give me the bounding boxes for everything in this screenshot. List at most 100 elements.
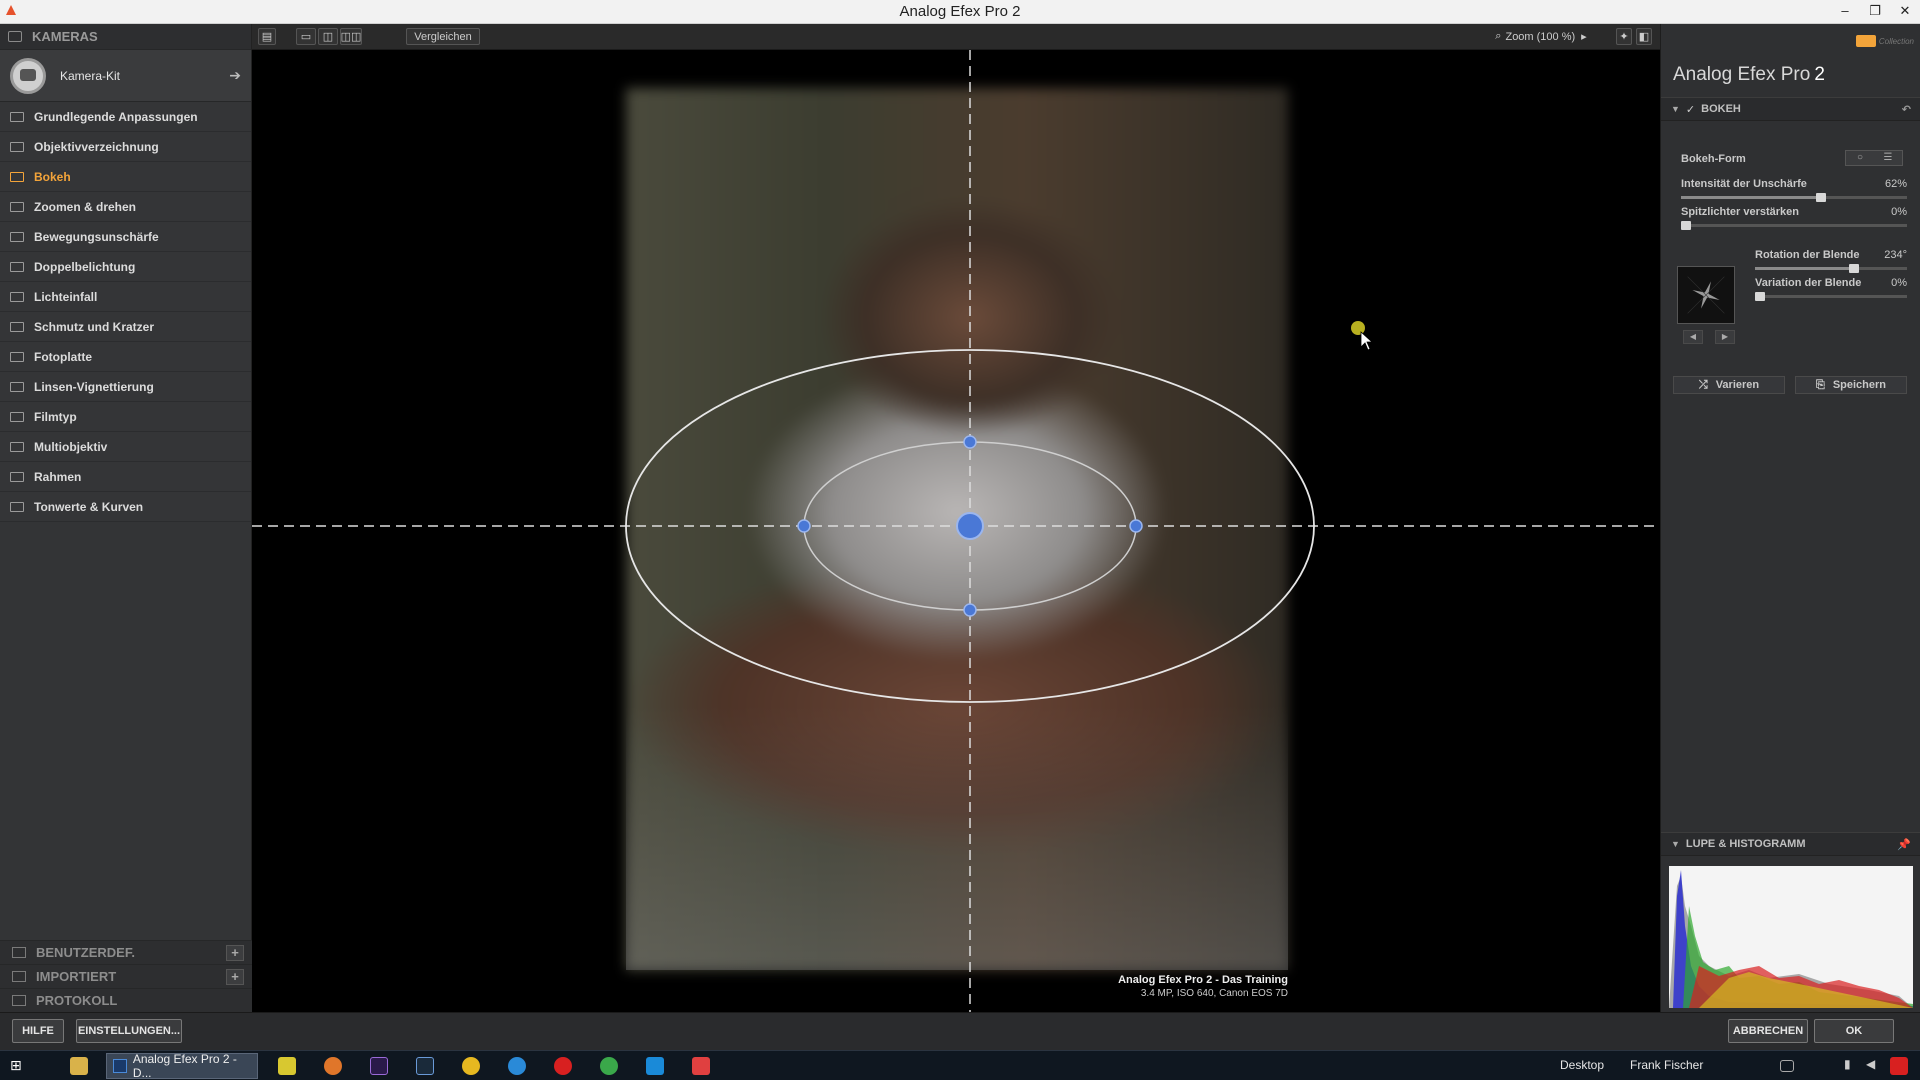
filter-icon	[10, 471, 24, 482]
image-caption-meta: 3.4 MP, ISO 640, Canon EOS 7D	[1140, 988, 1288, 999]
histogram-collapse-icon[interactable]: ▼	[1671, 839, 1680, 849]
single-view-icon[interactable]: ▭	[296, 28, 316, 45]
compare-button[interactable]: Vergleichen	[406, 28, 480, 45]
bulb-icon[interactable]: ✦	[1616, 28, 1632, 45]
slider-knob[interactable]	[1755, 292, 1765, 301]
filter-item-3[interactable]: Zoomen & drehen	[0, 192, 251, 222]
histogram-section-header[interactable]: ▼ LUPE & HISTOGRAMM 📌	[1661, 832, 1920, 856]
slider-knob[interactable]	[1816, 193, 1827, 202]
restore-button[interactable]: ❐	[1860, 0, 1890, 22]
previous-aperture-button[interactable]: ◀	[1683, 330, 1703, 344]
filter-item-13[interactable]: Tonwerte & Kurven	[0, 492, 251, 522]
enable-checkmark-icon[interactable]: ✓	[1686, 103, 1695, 116]
right-control-handle[interactable]	[1129, 519, 1143, 533]
acrobat-icon[interactable]	[692, 1057, 710, 1075]
premiere-icon[interactable]	[370, 1057, 388, 1075]
settings-button[interactable]: EINSTELLUNGEN...	[76, 1019, 182, 1043]
mouse-cursor-icon	[1360, 331, 1374, 351]
zoom-control[interactable]: ⌕ Zoom (100 %) ▸	[1490, 28, 1592, 45]
control-slider-1[interactable]	[1681, 221, 1907, 230]
cursor-highlight-icon	[1351, 321, 1365, 335]
desktop-toolbar-label[interactable]: Desktop	[1560, 1058, 1604, 1072]
control-slider-2[interactable]	[1755, 264, 1907, 273]
filter-item-7[interactable]: Schmutz und Kratzer	[0, 312, 251, 342]
filter-item-1[interactable]: Objektivverzeichnung	[0, 132, 251, 162]
control-label-3: Variation der Blende	[1755, 277, 1862, 289]
next-aperture-button[interactable]: ▶	[1715, 330, 1735, 344]
circle-shape-icon[interactable]: ○	[1846, 151, 1874, 165]
filter-item-8[interactable]: Fotoplatte	[0, 342, 251, 372]
cameras-section-header[interactable]: KAMERAS	[0, 24, 251, 50]
center-control-point[interactable]	[956, 512, 984, 540]
custom-section-icon	[12, 947, 26, 958]
list-shape-icon[interactable]: ☰	[1874, 151, 1902, 165]
save-button[interactable]: ⎘ Speichern	[1795, 376, 1907, 394]
skype-icon[interactable]	[646, 1057, 664, 1075]
reset-icon[interactable]: ↶	[1902, 103, 1911, 116]
add-imported-button[interactable]: +	[226, 968, 244, 985]
imported-section-label: IMPORTIERT	[36, 969, 117, 984]
nik-collection-text: Collection	[1878, 36, 1914, 46]
background-icon[interactable]: ◧	[1636, 28, 1652, 45]
imported-section[interactable]: IMPORTIERT +	[0, 964, 252, 988]
collapse-triangle-icon[interactable]: ▼	[1671, 104, 1680, 114]
filter-item-2[interactable]: Bokeh	[0, 162, 251, 192]
network-icon[interactable]: ▮	[1844, 1057, 1858, 1075]
keyboard-icon[interactable]	[1780, 1060, 1794, 1072]
side-by-side-view-icon[interactable]: ◫◫	[340, 28, 362, 45]
pin-icon[interactable]: 📌	[1897, 838, 1911, 851]
bokeh-shape-selector[interactable]: ○ ☰	[1845, 150, 1903, 166]
close-button[interactable]: ✕	[1890, 0, 1920, 22]
file-explorer-icon[interactable]	[70, 1057, 88, 1075]
control-slider-0[interactable]	[1681, 193, 1907, 202]
filter-item-5[interactable]: Doppelbelichtung	[0, 252, 251, 282]
security-icon[interactable]	[1890, 1057, 1908, 1075]
cancel-button[interactable]: ABBRECHEN	[1728, 1019, 1808, 1043]
filter-icon	[10, 411, 24, 422]
user-toolbar-label[interactable]: Frank Fischer	[1630, 1058, 1703, 1072]
bottom-control-handle[interactable]	[963, 603, 977, 617]
windows-taskbar: ⊞ Analog Efex Pro 2 - D... Desktop Frank…	[0, 1050, 1920, 1080]
chrome-icon[interactable]	[600, 1057, 618, 1075]
taskbar-active-app[interactable]: Analog Efex Pro 2 - D...	[106, 1052, 258, 1080]
filter-item-label: Bokeh	[34, 169, 71, 184]
volume-icon[interactable]: ◀	[1866, 1057, 1880, 1075]
minimize-button[interactable]: –	[1830, 0, 1860, 22]
camera-kit-item[interactable]: Kamera-Kit ➔	[0, 50, 251, 102]
help-button[interactable]: HILFE	[12, 1019, 64, 1043]
custom-section[interactable]: BENUTZERDEF. +	[0, 940, 252, 964]
camera-icon	[8, 31, 22, 42]
filter-item-4[interactable]: Bewegungsunschärfe	[0, 222, 251, 252]
filter-item-9[interactable]: Linsen-Vignettierung	[0, 372, 251, 402]
canvas-toolbar: ▤ ▭ ◫ ◫◫ Vergleichen ⌕ Zoom (100 %) ▸ ✦ …	[252, 24, 1660, 50]
filter-item-6[interactable]: Lichteinfall	[0, 282, 251, 312]
product-brand: Analog Efex Pro 2	[1673, 64, 1825, 86]
history-section[interactable]: PROTOKOLL	[0, 988, 252, 1012]
windows-start-icon[interactable]: ⊞	[10, 1057, 28, 1075]
image-canvas[interactable]: Analog Efex Pro 2 - Das Training 3.4 MP,…	[252, 50, 1660, 1012]
app-icon-orange[interactable]	[462, 1057, 480, 1075]
firefox-icon[interactable]	[324, 1057, 342, 1075]
slider-knob[interactable]	[1681, 221, 1691, 230]
toggle-panel-icon[interactable]: ▤	[258, 28, 276, 45]
bokeh-control-overlay[interactable]	[252, 50, 1660, 1012]
top-control-handle[interactable]	[963, 435, 977, 449]
lightroom-icon[interactable]	[416, 1057, 434, 1075]
filter-item-11[interactable]: Multiobjektiv	[0, 432, 251, 462]
control-slider-3[interactable]	[1755, 292, 1907, 301]
filter-list: Grundlegende Anpassungen Objektivverzeich…	[0, 102, 251, 522]
red-app-icon[interactable]	[554, 1057, 572, 1075]
split-view-icon[interactable]: ◫	[318, 28, 338, 45]
browser-icon[interactable]	[508, 1057, 526, 1075]
filter-item-10[interactable]: Filmtyp	[0, 402, 251, 432]
add-custom-button[interactable]: +	[226, 944, 244, 961]
filter-item-12[interactable]: Rahmen	[0, 462, 251, 492]
vary-button[interactable]: ⤮ Varieren	[1673, 376, 1785, 394]
left-control-handle[interactable]	[797, 519, 811, 533]
slider-knob[interactable]	[1848, 264, 1859, 273]
app-icon-yellow[interactable]	[278, 1057, 296, 1075]
arrow-right-icon[interactable]: ➔	[229, 67, 241, 84]
filter-item-0[interactable]: Grundlegende Anpassungen	[0, 102, 251, 132]
ok-button[interactable]: OK	[1814, 1019, 1894, 1043]
bokeh-section-header[interactable]: ▼ ✓ BOKEH ↶	[1661, 97, 1920, 121]
